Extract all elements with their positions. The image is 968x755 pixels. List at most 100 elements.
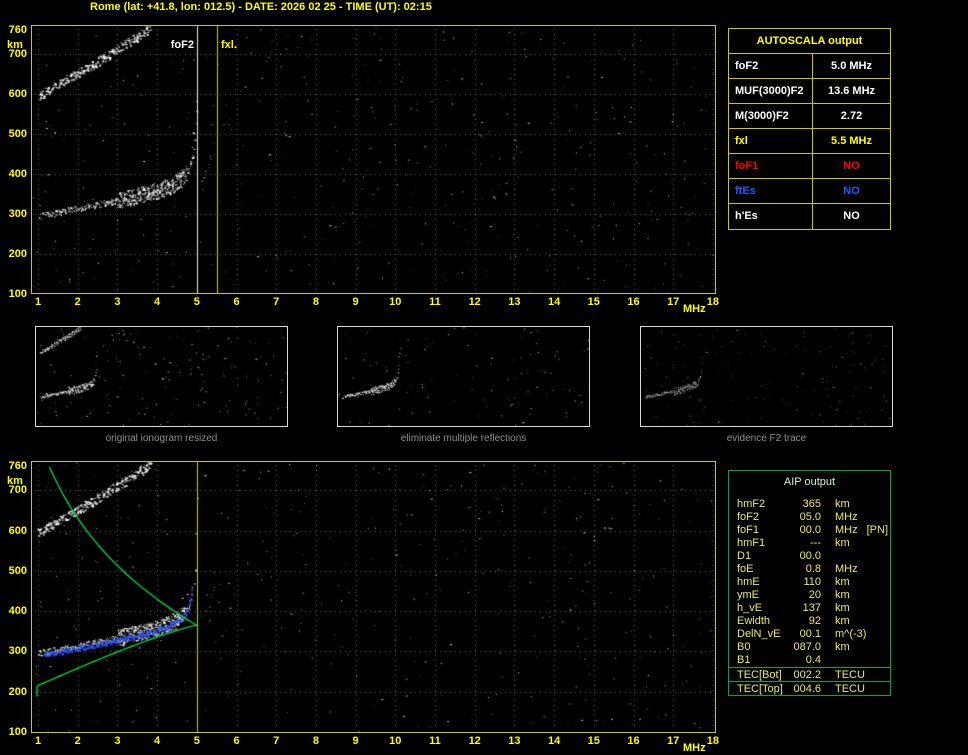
parameter-unit: km [835, 589, 850, 601]
parameter-name: foF2 [729, 54, 813, 78]
y-axis-tick-label: 400 [8, 605, 27, 618]
y-axis-tick-label: 760 [8, 24, 27, 36]
y-axis-tick-label: 760 [8, 460, 27, 473]
y-axis-tick-label: 200 [8, 685, 27, 698]
foF2-marker-label: foF2 [170, 39, 194, 51]
thumbnail-ionogram-canvas [35, 326, 288, 427]
aip-table-row: DelN_vE 00.1 m^(-3) [729, 628, 890, 641]
y-axis-tick-label: 500 [8, 128, 27, 140]
x-axis-unit-label: MHz [683, 742, 706, 754]
thumbnail-ionogram-canvas [337, 326, 590, 427]
autoscala-table-row: foF1 NO [729, 154, 890, 179]
parameter-value: 004.6 [793, 683, 821, 695]
x-axis-tick-label: 13 [508, 296, 521, 308]
parameter-value: NO [843, 160, 860, 172]
parameter-name: foF1 [737, 524, 760, 536]
x-axis-tick-label: 16 [627, 296, 640, 308]
x-axis-tick-label: 17 [667, 296, 680, 308]
aip-table-row: foF2 05.0 MHz [729, 511, 890, 524]
x-axis-tick-label: 16 [627, 735, 640, 747]
parameter-unit: MHz [835, 563, 858, 575]
y-axis-tick-label: 300 [8, 645, 27, 658]
aip-table-row: D1 00.0 [729, 550, 890, 563]
x-axis-tick-label: 8 [312, 296, 319, 308]
ionogram-canvas-bottom [32, 462, 715, 732]
parameter-value: 0.8 [805, 563, 821, 575]
parameter-name: hmE [737, 576, 760, 588]
parameter-value: 0.4 [805, 654, 821, 666]
x-axis-tick-label: 10 [389, 735, 402, 747]
x-axis-tick-label: 9 [352, 735, 359, 747]
aip-table-row: ymE 20 km [729, 589, 890, 602]
y-axis-tick-label: 500 [8, 564, 27, 577]
parameter-name: B1 [737, 654, 751, 666]
x-axis-tick-label: 8 [312, 735, 319, 747]
y-axis-tick-label: 200 [8, 248, 27, 260]
x-axis-tick-label: 6 [233, 735, 240, 747]
parameter-value: 00.1 [799, 628, 821, 640]
y-axis-tick-label: 300 [8, 208, 27, 220]
parameter-name: ymE [737, 589, 759, 601]
parameter-unit: TECU [835, 669, 865, 681]
x-axis-tick-label: 15 [587, 735, 600, 747]
autoscala-table-row: MUF(3000)F2 13.6 MHz [729, 79, 890, 104]
aip-tec-row: TEC[Bot] 002.2 TECU [729, 667, 890, 681]
ionogram-plot-bottom-with-profile [31, 461, 716, 733]
aip-table-row: hmE 110 km [729, 576, 890, 589]
parameter-value: 2.72 [840, 110, 863, 122]
parameter-value: 137 [802, 602, 821, 614]
parameter-name: D1 [737, 550, 752, 562]
parameter-name: h_vE [737, 602, 763, 614]
parameter-value: 5.5 MHz [831, 135, 872, 147]
autoscala-table-row: foF2 5.0 MHz [729, 54, 890, 79]
parameter-unit: km [835, 498, 850, 510]
parameter-unit: km [835, 576, 850, 588]
y-axis-tick-label: 400 [8, 168, 27, 180]
aip-table-row: Ewidth 92 km [729, 615, 890, 628]
x-axis-tick-label: 13 [508, 735, 521, 747]
autoscala-table-row: ftEs NO [729, 179, 890, 204]
y-axis-unit-label: km [7, 39, 23, 51]
parameter-unit: km [835, 615, 850, 627]
aip-tec-row: TEC[Top] 004.6 TECU [729, 681, 890, 695]
ionogram-plot-top: foF2 fxl. [31, 25, 716, 294]
x-axis-tick-label: 5 [193, 735, 200, 747]
parameter-flag: [PN] [866, 524, 889, 536]
x-axis-tick-label: 17 [667, 735, 680, 747]
parameter-value: 13.6 MHz [827, 85, 876, 97]
x-axis-tick-label: 4 [154, 735, 161, 747]
processing-steps-thumbnails: original ionogram resized eliminate mult… [0, 326, 968, 446]
aip-table-row: B0 087.0 km [729, 641, 890, 654]
parameter-name: MUF(3000)F2 [729, 79, 813, 103]
aip-output-table: AIP output hmF2 365 km foF2 05.0 MHz foF… [728, 470, 891, 696]
parameter-name: hmF2 [737, 498, 766, 510]
parameter-value: 365 [802, 498, 821, 510]
x-axis-tick-label: 2 [74, 296, 81, 308]
fxl-marker-label: fxl. [221, 39, 237, 51]
parameter-name: TEC[Bot] [737, 669, 782, 681]
parameter-name: h'Es [729, 204, 813, 229]
y-axis-tick-label: 100 [8, 726, 27, 738]
aip-table-row: foF1 00.0 MHz [PN] [729, 524, 890, 537]
parameter-value: 002.2 [793, 669, 821, 681]
x-axis-tick-label: 11 [429, 735, 441, 747]
aip-table-row: h_vE 137 km [729, 602, 890, 615]
parameter-unit: m^(-3) [835, 628, 867, 640]
x-axis-tick-label: 11 [429, 296, 441, 308]
parameter-name: foE [737, 563, 754, 575]
parameter-name: B0 [737, 641, 751, 653]
x-axis-tick-label: 7 [273, 735, 280, 747]
x-axis-tick-label: 10 [389, 296, 402, 308]
parameter-value: NO [843, 185, 860, 197]
parameter-unit: TECU [835, 683, 865, 695]
x-axis-tick-label: 4 [154, 296, 161, 308]
thumbnail-ionogram-canvas [640, 326, 893, 427]
parameter-unit: MHz [835, 511, 858, 523]
parameter-name: DelN_vE [737, 628, 781, 640]
autoscala-window: Rome (lat: +41.8, lon: 012.5) - DATE: 20… [0, 0, 968, 755]
parameter-value: 00.0 [799, 524, 821, 536]
y-axis-tick-label: 100 [8, 288, 27, 300]
x-axis-tick-label: 5 [193, 296, 200, 308]
parameter-value: 5.0 MHz [831, 60, 872, 72]
x-axis-tick-label: 9 [352, 296, 359, 308]
